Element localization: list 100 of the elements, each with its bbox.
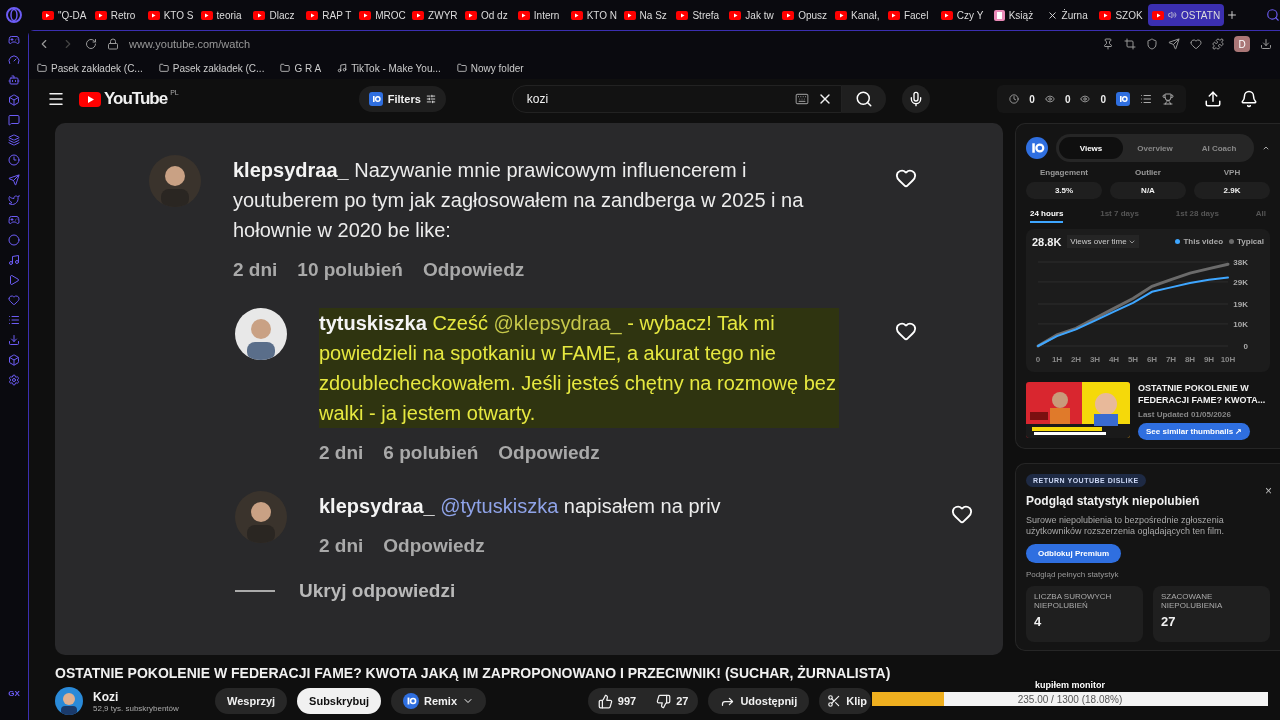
browser-tab[interactable]: OSTATN (1148, 4, 1225, 26)
sidebar-app-icon[interactable] (8, 74, 20, 86)
browser-tab[interactable]: Czy Y (936, 4, 988, 26)
browser-tab[interactable]: Strefa (672, 4, 724, 26)
menu-icon[interactable] (47, 90, 65, 108)
x-tick-label: 5H (1127, 355, 1139, 364)
x-tick-label: 6H (1146, 355, 1158, 364)
sidebar-app-icon[interactable] (8, 234, 20, 246)
youtube-icon (253, 10, 266, 20)
sidebar-app-icon[interactable] (8, 294, 20, 306)
sidebar-app-icon[interactable] (8, 274, 20, 286)
sidebar-app-icon[interactable] (8, 254, 20, 266)
panel-tab[interactable]: AI Coach (1187, 137, 1251, 159)
sidebar-app-icon[interactable] (8, 314, 20, 326)
address-field[interactable]: www.youtube.com/watch (129, 38, 251, 50)
card-title: Podgląd statystyk niepolubień (1026, 494, 1201, 508)
sidebar-app-icon[interactable] (8, 134, 20, 146)
browser-tab[interactable]: Intern (513, 4, 565, 26)
dislike-button[interactable]: 27 (646, 688, 699, 714)
browser-tab[interactable]: Jak tw (725, 4, 777, 26)
browser-tab[interactable]: KTO S (143, 4, 195, 26)
search-input[interactable]: kozi (524, 91, 787, 107)
browser-logo-icon[interactable] (6, 7, 22, 23)
browser-tab[interactable]: KTO N (566, 4, 618, 26)
comment-meta: 2 dni (319, 535, 364, 557)
browser-tab[interactable]: Kanał, (831, 4, 882, 26)
reply-link[interactable]: Odpowiedz (383, 535, 485, 557)
sidebar-app-icon[interactable] (8, 54, 20, 66)
hide-replies-link[interactable]: Ukryj odpowiedzi (299, 580, 456, 602)
sidebar-app-icon[interactable] (8, 174, 20, 186)
browser-tab[interactable]: Dlacz (249, 4, 301, 26)
browser-tab[interactable]: Facel (883, 4, 935, 26)
list-icon (1140, 93, 1152, 105)
youtube-icon (623, 10, 636, 20)
browser-tab[interactable]: Retro (90, 4, 142, 26)
mention-link[interactable]: @tytuskiszka (440, 495, 559, 517)
notifications-button[interactable] (1240, 90, 1258, 108)
sidebar-app-icon[interactable] (8, 354, 20, 366)
avatar (149, 155, 201, 207)
profile-avatar[interactable]: D (1234, 36, 1250, 52)
sidebar-app-icon[interactable] (8, 214, 20, 226)
browser-tab[interactable]: MROC (355, 4, 407, 26)
share-button[interactable]: Udostępnij (708, 688, 810, 714)
youtube-icon (41, 10, 54, 20)
updated-date: Last Updated 01/05/2026 (1138, 410, 1232, 419)
support-button[interactable]: Wesprzyj (215, 688, 288, 714)
sidebar-app-icon[interactable] (8, 34, 20, 46)
browser-tab[interactable]: Opusz (778, 4, 830, 26)
premium-button[interactable]: Odblokuj Premium (1026, 544, 1122, 563)
reload-icon (85, 38, 97, 50)
channel-name[interactable]: Kozi (93, 689, 205, 704)
bookmark[interactable]: Nowy folder (456, 62, 524, 74)
mic-button[interactable] (901, 85, 930, 113)
search-field[interactable]: kozi (511, 85, 842, 113)
clip-button[interactable]: Klip (819, 688, 871, 714)
mention-link[interactable]: @klepsydraa_ (493, 312, 622, 334)
y-tick-label: 10K (1233, 319, 1248, 329)
browser-tab[interactable]: Książ (989, 4, 1041, 26)
thumbs-down-icon (656, 693, 672, 709)
panel-tab[interactable]: Overview (1123, 137, 1187, 159)
close-button[interactable]: × (1265, 484, 1272, 498)
browser-tab[interactable]: teoria (196, 4, 248, 26)
reply-link[interactable]: Odpowiedz (422, 259, 525, 281)
bookmark[interactable]: G R A (280, 62, 322, 74)
vidiq-icon[interactable] (1116, 92, 1130, 106)
sidebar-app-icon[interactable] (8, 154, 20, 166)
sidebar-app-icon[interactable] (8, 194, 20, 206)
channel-avatar[interactable] (55, 687, 83, 715)
browser-tab[interactable]: SZOK (1095, 4, 1147, 26)
filters-button[interactable]: Filters (358, 86, 446, 112)
bookmark[interactable]: Pasek zakładek (C... (158, 62, 265, 74)
browser-tab[interactable]: Od dz (460, 4, 512, 26)
search-button[interactable] (841, 85, 886, 113)
like-button[interactable]: 997 (587, 688, 647, 714)
reply-link[interactable]: Odpowiedz (498, 442, 600, 464)
subscribe-button[interactable]: Subskrybuj (297, 688, 381, 714)
browser-tab[interactable]: "Q-DA (37, 4, 89, 26)
bookmark[interactable]: Pasek zakładek (C... (37, 62, 143, 74)
youtube-icon (940, 10, 953, 20)
bookmark[interactable]: TikTok - Make You... (337, 62, 441, 74)
range-tab[interactable]: 24 hours (1030, 207, 1064, 223)
total-views: 28.8K (1032, 235, 1062, 248)
browser-tab[interactable]: Żurna (1042, 4, 1094, 26)
browser-tab[interactable]: Na Sz (619, 4, 671, 26)
sidebar-app-icon[interactable] (8, 94, 20, 106)
browser-tab[interactable]: RAP T (302, 4, 354, 26)
sidebar-app-icon[interactable] (8, 334, 20, 346)
panel-tab[interactable]: Views (1059, 137, 1123, 159)
sidebar-app-icon[interactable] (8, 114, 20, 126)
bookmark-page-icon (993, 9, 1005, 21)
new-tab-icon[interactable] (1226, 9, 1239, 21)
remix-button[interactable]: Remix (391, 688, 487, 714)
metric-value: N/A (1110, 182, 1186, 199)
browser-tab[interactable]: ZWYR (408, 4, 459, 26)
youtube-icon (887, 10, 900, 20)
similar-thumbnails-button[interactable]: See similar thumbnails ↗ (1138, 423, 1251, 440)
upload-button[interactable] (1204, 90, 1222, 108)
sidebar-app-icon[interactable] (8, 374, 20, 386)
search-icon[interactable] (1266, 8, 1280, 22)
chart-select[interactable]: Views over time (1067, 235, 1139, 248)
